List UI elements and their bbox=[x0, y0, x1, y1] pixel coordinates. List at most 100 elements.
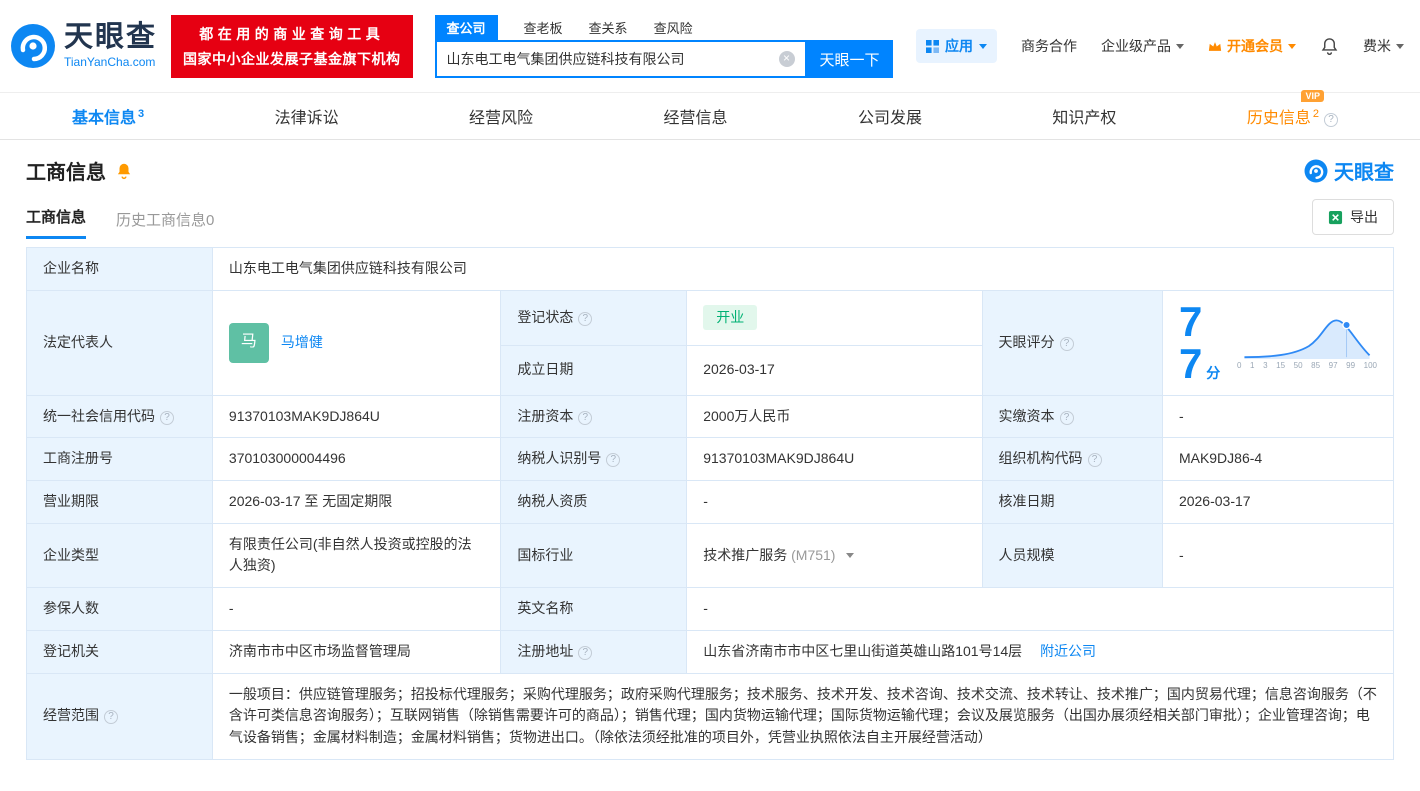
reg-address-value: 山东省济南市市中区七里山街道英雄山路101号14层 附近公司 bbox=[686, 629, 1394, 674]
section-title: 工商信息 bbox=[26, 162, 106, 184]
open-vip-label: 开通会员 bbox=[1227, 38, 1283, 54]
table-row: 参保人数 - 英文名称 - bbox=[26, 587, 1394, 631]
org-code-value: MAK9DJ86-4 bbox=[1161, 437, 1395, 482]
table-row: 法定代表人 马 马增健 登记状态 开业 天眼评分 bbox=[26, 289, 1395, 396]
search-area: 查公司 查老板 查关系 查风险 天眼一下 bbox=[434, 14, 893, 78]
search-button[interactable]: 天眼一下 bbox=[806, 40, 893, 78]
tab-history-info[interactable]: VIP 历史信息 2 bbox=[1246, 90, 1338, 128]
search-tab-risk[interactable]: 查风险 bbox=[654, 18, 693, 37]
company-type-value: 有限责任公司(非自然人投资或控股的法人独资) bbox=[211, 522, 502, 589]
help-icon[interactable] bbox=[578, 311, 593, 326]
table-row: 工商注册号 370103000004496 纳税人识别号 91370103MAK… bbox=[26, 437, 1395, 482]
help-icon[interactable] bbox=[1323, 113, 1338, 127]
tianyancha-logo-icon bbox=[11, 24, 55, 68]
user-menu[interactable]: 费米 bbox=[1363, 36, 1404, 56]
search-tab-relation[interactable]: 查关系 bbox=[589, 18, 628, 37]
logo-subtitle: TianYanCha.com bbox=[64, 55, 156, 69]
english-name-label: 英文名称 bbox=[500, 587, 688, 631]
credit-code-value: 91370103MAK9DJ864U bbox=[211, 394, 502, 439]
tab-basic-info-label: 基本信息 bbox=[72, 110, 137, 127]
legal-rep-link[interactable]: 马增健 bbox=[281, 332, 323, 354]
help-icon[interactable] bbox=[160, 410, 174, 425]
tab-history-info-count: 2 bbox=[1312, 107, 1319, 120]
open-vip-menu[interactable]: 开通会员 bbox=[1208, 36, 1296, 56]
bell-icon bbox=[1321, 37, 1338, 55]
english-name-value: - bbox=[686, 587, 1394, 631]
tab-company-development[interactable]: 公司发展 bbox=[858, 104, 922, 128]
enterprise-products-label: 企业级产品 bbox=[1101, 38, 1171, 54]
search-input[interactable] bbox=[436, 51, 779, 67]
help-icon[interactable] bbox=[1059, 336, 1074, 351]
table-row: 企业名称 山东电工电气集团供应链科技有限公司 bbox=[26, 247, 1395, 291]
reg-authority-label: 登记机关 bbox=[26, 629, 213, 674]
search-tab-boss[interactable]: 查老板 bbox=[524, 18, 563, 37]
apps-menu[interactable]: 应用 bbox=[916, 29, 997, 63]
notification-bell[interactable] bbox=[1320, 37, 1339, 56]
industry-label: 国标行业 bbox=[500, 522, 688, 589]
table-row: 营业期限 2026-03-17 至 无固定期限 纳税人资质 - 核准日期 202… bbox=[26, 480, 1395, 524]
search-box bbox=[434, 40, 807, 78]
industry-code: (M751) bbox=[791, 546, 836, 563]
industry-value: 技术推广服务 (M751) bbox=[686, 522, 983, 589]
vip-badge: VIP bbox=[1301, 90, 1324, 102]
search-tab-company[interactable]: 查公司 bbox=[434, 14, 498, 40]
approval-date-value: 2026-03-17 bbox=[1161, 480, 1395, 524]
clear-icon[interactable] bbox=[778, 51, 795, 67]
business-term-label: 营业期限 bbox=[26, 480, 213, 524]
table-row: 登记机关 济南市市中区市场监督管理局 注册地址 山东省济南市市中区七里山街道英雄… bbox=[26, 629, 1394, 674]
enterprise-products-menu[interactable]: 企业级产品 bbox=[1101, 36, 1184, 56]
help-icon[interactable] bbox=[1087, 453, 1102, 468]
crown-icon bbox=[1208, 41, 1222, 51]
help-icon[interactable] bbox=[578, 410, 593, 425]
table-row: 统一社会信用代码 91370103MAK9DJ864U 注册资本 2000万人民… bbox=[26, 394, 1395, 439]
chevron-down-icon bbox=[1288, 43, 1296, 49]
taxpayer-quality-label: 纳税人资质 bbox=[500, 480, 688, 524]
tab-intellectual-property[interactable]: 知识产权 bbox=[1052, 104, 1116, 128]
tianyancha-logo[interactable]: 天眼查 TianYanCha.com bbox=[10, 23, 157, 69]
tab-operation-info[interactable]: 经营信息 bbox=[663, 104, 727, 128]
chevron-down-icon bbox=[1396, 43, 1404, 49]
subtab-business-info[interactable]: 工商信息 bbox=[26, 206, 87, 239]
tab-legal-lawsuits[interactable]: 法律诉讼 bbox=[275, 104, 339, 128]
export-button[interactable]: 导出 bbox=[1312, 199, 1394, 235]
industry-name: 技术推广服务 bbox=[703, 546, 788, 563]
help-icon[interactable] bbox=[1059, 410, 1074, 425]
org-code-label: 组织机构代码 bbox=[981, 437, 1163, 482]
help-icon[interactable] bbox=[104, 710, 118, 725]
score-curve-icon bbox=[1244, 319, 1371, 359]
business-cooperation-link[interactable]: 商务合作 bbox=[1021, 36, 1077, 56]
score-label: 天眼评分 bbox=[981, 289, 1163, 396]
legal-rep-label: 法定代表人 bbox=[26, 289, 213, 396]
reg-address-text: 山东省济南市市中区七里山街道英雄山路101号14层 bbox=[703, 642, 1023, 659]
subtabs: 工商信息 历史工商信息0 导出 bbox=[26, 199, 1394, 239]
reg-status-value: 开业 bbox=[686, 289, 983, 346]
tab-history-info-label: 历史信息 bbox=[1246, 110, 1311, 127]
excel-icon bbox=[1328, 210, 1343, 224]
apps-label: 应用 bbox=[945, 38, 973, 54]
taxpayer-id-value: 91370103MAK9DJ864U bbox=[686, 437, 983, 482]
company-name-label: 企业名称 bbox=[26, 247, 213, 291]
username: 费米 bbox=[1363, 38, 1391, 54]
taxpayer-id-label: 纳税人识别号 bbox=[500, 437, 688, 482]
reg-capital-label: 注册资本 bbox=[500, 394, 688, 439]
establish-date-value: 2026-03-17 bbox=[686, 344, 983, 396]
business-scope-value: 一般项目：供应链管理服务；招投标代理服务；采购代理服务；政府采购代理服务；技术服… bbox=[211, 672, 1395, 760]
subtab-history-business-info[interactable]: 历史工商信息0 bbox=[116, 209, 214, 239]
help-icon[interactable] bbox=[606, 453, 621, 468]
search-tabs: 查公司 查老板 查关系 查风险 bbox=[434, 14, 893, 40]
chevron-down-icon[interactable] bbox=[846, 552, 855, 558]
main-content: 工商信息 天眼查 工商信息 历史工商信息0 导出 企业名称 山东电工电气集团供应… bbox=[0, 156, 1420, 760]
avatar[interactable]: 马 bbox=[228, 322, 269, 363]
export-label: 导出 bbox=[1350, 209, 1378, 225]
brand-text: 天眼查 bbox=[1334, 162, 1394, 184]
grid-icon bbox=[926, 39, 939, 53]
alert-bell-icon[interactable] bbox=[115, 162, 133, 180]
logo-title: 天眼查 bbox=[64, 21, 158, 53]
help-icon[interactable] bbox=[578, 645, 593, 660]
tab-operation-risk[interactable]: 经营风险 bbox=[469, 104, 533, 128]
score-value: 77 bbox=[1178, 297, 1203, 387]
establish-date-label: 成立日期 bbox=[500, 344, 688, 396]
tab-basic-info[interactable]: 基本信息 3 bbox=[72, 104, 144, 128]
reg-capital-value: 2000万人民币 bbox=[686, 394, 983, 439]
nearby-companies-link[interactable]: 附近公司 bbox=[1040, 643, 1096, 659]
